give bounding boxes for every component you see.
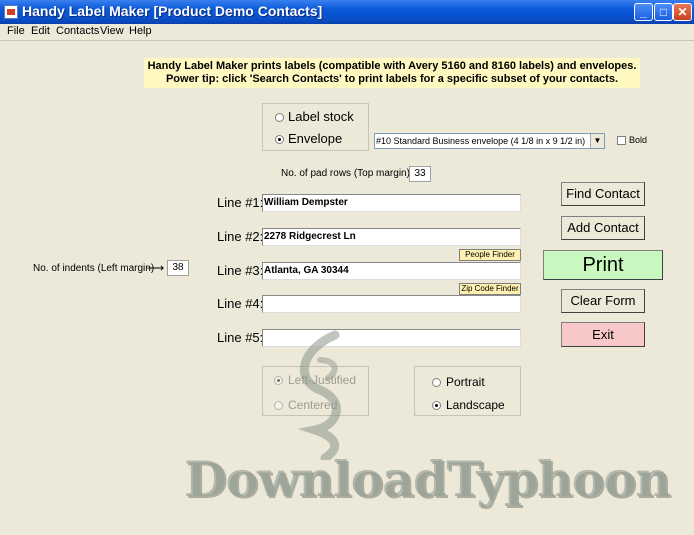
menu-view[interactable]: View: [100, 25, 124, 37]
line-2-input[interactable]: 2278 Ridgecrest Ln: [262, 228, 521, 246]
portrait-label: Portrait: [446, 375, 485, 389]
line-2-label: Line #2:: [217, 229, 264, 244]
envelope-size-select[interactable]: #10 Standard Business envelope (4 1/8 in…: [374, 133, 605, 149]
window-title: Handy Label Maker [Product Demo Contacts…: [22, 3, 323, 19]
envelope-radio[interactable]: [275, 135, 284, 144]
maximize-button[interactable]: □: [654, 3, 673, 21]
centered-radio[interactable]: [274, 401, 283, 410]
close-button[interactable]: ✕: [673, 3, 692, 21]
zip-code-finder-button[interactable]: Zip Code Finder: [459, 283, 521, 295]
indents-label: No. of indents (Left margin): [33, 263, 155, 274]
people-finder-button[interactable]: People Finder: [459, 249, 521, 261]
portrait-radio[interactable]: [432, 378, 441, 387]
arrow-right-icon: ⟶: [147, 261, 165, 275]
exit-button[interactable]: Exit: [561, 322, 645, 347]
watermark-text: DownloadTyphoon: [184, 450, 671, 508]
info-line-2: Power tip: click 'Search Contacts' to pr…: [165, 73, 619, 85]
app-window: Handy Label Maker [Product Demo Contacts…: [0, 0, 694, 535]
envelope-label: Envelope: [288, 131, 343, 146]
menu-bar: File Edit Contacts View Help: [0, 24, 694, 41]
left-justified-radio[interactable]: [274, 376, 283, 385]
indents-input[interactable]: 38: [167, 260, 189, 276]
find-contact-button[interactable]: Find Contact: [561, 182, 645, 206]
line-5-label: Line #5:: [217, 330, 264, 345]
pad-rows-label: No. of pad rows (Top margin):: [281, 168, 413, 179]
line-3-input[interactable]: Atlanta, GA 30344: [262, 262, 521, 280]
stock-group: Label stock Envelope: [262, 103, 369, 151]
menu-file[interactable]: File: [7, 25, 25, 37]
watermark-swirl-logo: [297, 330, 341, 460]
bold-label: Bold: [629, 135, 648, 145]
label-stock-label: Label stock: [288, 109, 354, 124]
bold-checkbox[interactable]: [617, 136, 626, 145]
add-contact-button[interactable]: Add Contact: [561, 216, 645, 240]
envelope-size-value: #10 Standard Business envelope (4 1/8 in…: [376, 136, 586, 146]
chevron-down-icon[interactable]: ▼: [590, 134, 604, 148]
orientation-group: Portrait Landscape: [414, 366, 521, 416]
line-4-label: Line #4:: [217, 296, 264, 311]
print-button[interactable]: Print: [543, 250, 663, 280]
info-line-1: Handy Label Maker prints labels (compati…: [147, 60, 637, 72]
menu-contacts[interactable]: Contacts: [56, 25, 99, 37]
menu-help[interactable]: Help: [129, 25, 152, 37]
line-1-label: Line #1:: [217, 195, 264, 210]
info-banner: Handy Label Maker prints labels (compati…: [144, 58, 640, 88]
minimize-button[interactable]: _: [634, 3, 653, 21]
landscape-radio[interactable]: [432, 401, 441, 410]
line-4-input[interactable]: [262, 295, 521, 313]
label-stock-radio[interactable]: [275, 113, 284, 122]
title-bar[interactable]: Handy Label Maker [Product Demo Contacts…: [0, 0, 694, 24]
app-icon: [4, 5, 18, 19]
pad-rows-input[interactable]: 33: [409, 166, 431, 182]
line-1-input[interactable]: William Dempster: [262, 194, 521, 212]
landscape-label: Landscape: [446, 398, 505, 412]
menu-edit[interactable]: Edit: [31, 25, 50, 37]
line-3-label: Line #3:: [217, 263, 264, 278]
clear-form-button[interactable]: Clear Form: [561, 289, 645, 313]
